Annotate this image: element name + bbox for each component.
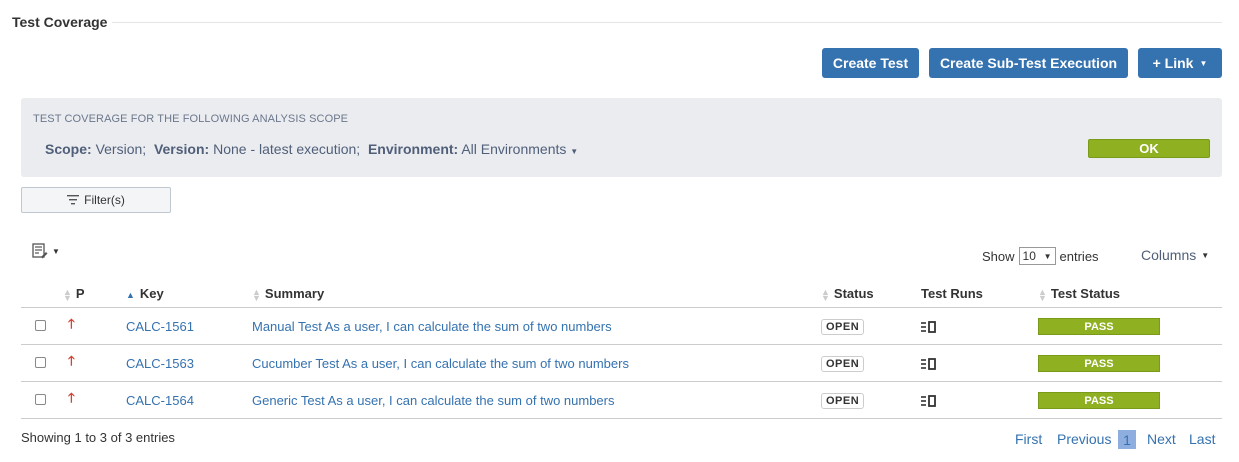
pager-first[interactable]: First [1015,431,1042,447]
chevron-down-icon: ▼ [1043,251,1052,261]
test-status-bar: PASS [1038,317,1160,335]
header-priority[interactable]: ▲ ▼ P [63,280,126,308]
arrow-up-icon: 🡑 [68,353,75,368]
header-status-label: Status [833,286,874,301]
scope-value: Version; [95,141,147,157]
filter-button[interactable]: Filter(s) [21,187,171,213]
create-test-button[interactable]: Create Test [822,48,919,78]
sort-icon: ▲ ▼ [63,286,72,303]
table-row: 🡑 CALC-1561 Manual Test As a user, I can… [21,307,1222,345]
summary-link[interactable]: Cucumber Test As a user, I can calculate… [252,356,629,371]
version-value: None - latest execution; [213,141,361,157]
sort-icon: ▲ ▼ [1038,286,1047,303]
environment-dropdown[interactable]: All Environments ▼ [461,141,578,157]
pager-previous[interactable]: Previous [1057,431,1111,447]
table-row: 🡑 CALC-1564 Generic Test As a user, I ca… [21,381,1222,419]
scope-heading: TEST COVERAGE FOR THE FOLLOWING ANALYSIS… [33,113,349,125]
version-label: Version: [153,141,210,157]
test-runs-icon[interactable] [921,358,937,370]
pager-current-page[interactable]: 1 [1118,430,1136,449]
ok-button[interactable]: OK [1088,139,1210,158]
show-suffix: entries [1059,248,1099,264]
pager-last[interactable]: Last [1189,431,1215,447]
header-key-label: Key [139,286,164,301]
section-divider [112,22,1222,23]
test-runs-icon[interactable] [921,321,937,333]
document-edit-icon[interactable] [32,243,48,259]
filter-icon [67,195,80,205]
issue-key-link[interactable]: CALC-1561 [126,319,194,334]
chevron-down-icon: ▼ [570,147,579,156]
sort-icon: ▲ ▼ [821,286,830,303]
row-checkbox[interactable] [35,393,46,405]
issue-key-link[interactable]: CALC-1563 [126,356,194,371]
filter-label: Filter(s) [84,193,125,207]
table-row: 🡑 CALC-1563 Cucumber Test As a user, I c… [21,344,1222,382]
summary-link[interactable]: Manual Test As a user, I can calculate t… [252,319,612,334]
page-length-value: 10 [1022,249,1036,263]
link-button-label: + Link [1152,55,1194,71]
header-select [21,280,63,308]
arrow-up-icon: 🡑 [68,316,75,331]
summary-link[interactable]: Generic Test As a user, I can calculate … [252,393,615,408]
link-button[interactable]: + Link ▼ [1138,48,1222,78]
pager-next[interactable]: Next [1147,431,1176,447]
header-test-status[interactable]: ▲ ▼ Test Status [1038,280,1222,308]
header-priority-label: P [75,286,85,301]
show-prefix: Show [982,248,1015,264]
header-status[interactable]: ▲ ▼ Status [821,280,921,308]
row-checkbox[interactable] [35,319,46,331]
page-length-select[interactable]: 10 ▼ [1018,247,1056,265]
chevron-down-icon: ▼ [1201,250,1210,260]
test-status-bar: PASS [1038,354,1160,372]
header-summary[interactable]: ▲ ▼ Summary [252,280,821,308]
chevron-down-icon: ▼ [1199,58,1208,68]
status-badge: OPEN [821,355,865,372]
header-test-runs: Test Runs [921,280,1038,308]
environment-value: All Environments [461,141,567,157]
chevron-down-icon[interactable]: ▼ [52,247,60,256]
analysis-scope-panel [21,98,1222,177]
test-runs-icon[interactable] [921,395,937,407]
sort-icon: ▲ ▼ [252,286,261,303]
columns-button[interactable]: Columns ▼ [1141,247,1209,263]
issue-key-link[interactable]: CALC-1564 [126,393,194,408]
status-badge: OPEN [821,392,865,409]
header-test-runs-label: Test Runs [921,286,983,301]
table-header-row: ▲ ▼ P ▲ Key ▲ ▼ Summary ▲ ▼ Status Test Runs ▲ ▼… [21,280,1222,308]
status-badge: OPEN [821,318,865,335]
test-status-bar: PASS [1038,391,1160,409]
columns-label: Columns [1141,247,1197,263]
test-coverage-table: ▲ ▼ P ▲ Key ▲ ▼ Summary ▲ ▼ Status Test Runs ▲ ▼… [21,280,1222,419]
environment-label: Environment: [367,141,459,157]
row-checkbox[interactable] [35,356,46,368]
header-test-status-label: Test Status [1050,286,1121,301]
section-title: Test Coverage [12,14,108,30]
scope-summary: Scope: Version; Version: None - latest e… [45,141,578,157]
scope-label: Scope: [45,141,92,157]
arrow-up-icon: 🡑 [68,390,75,405]
create-sub-test-execution-button[interactable]: Create Sub-Test Execution [929,48,1128,78]
entries-info: Showing 1 to 3 of 3 entries [21,430,175,445]
sort-ascending-icon: ▲ [126,290,135,300]
page-length-control: Show 10 ▼ entries [982,247,1099,265]
header-key[interactable]: ▲ Key [126,280,252,308]
header-summary-label: Summary [264,286,325,301]
